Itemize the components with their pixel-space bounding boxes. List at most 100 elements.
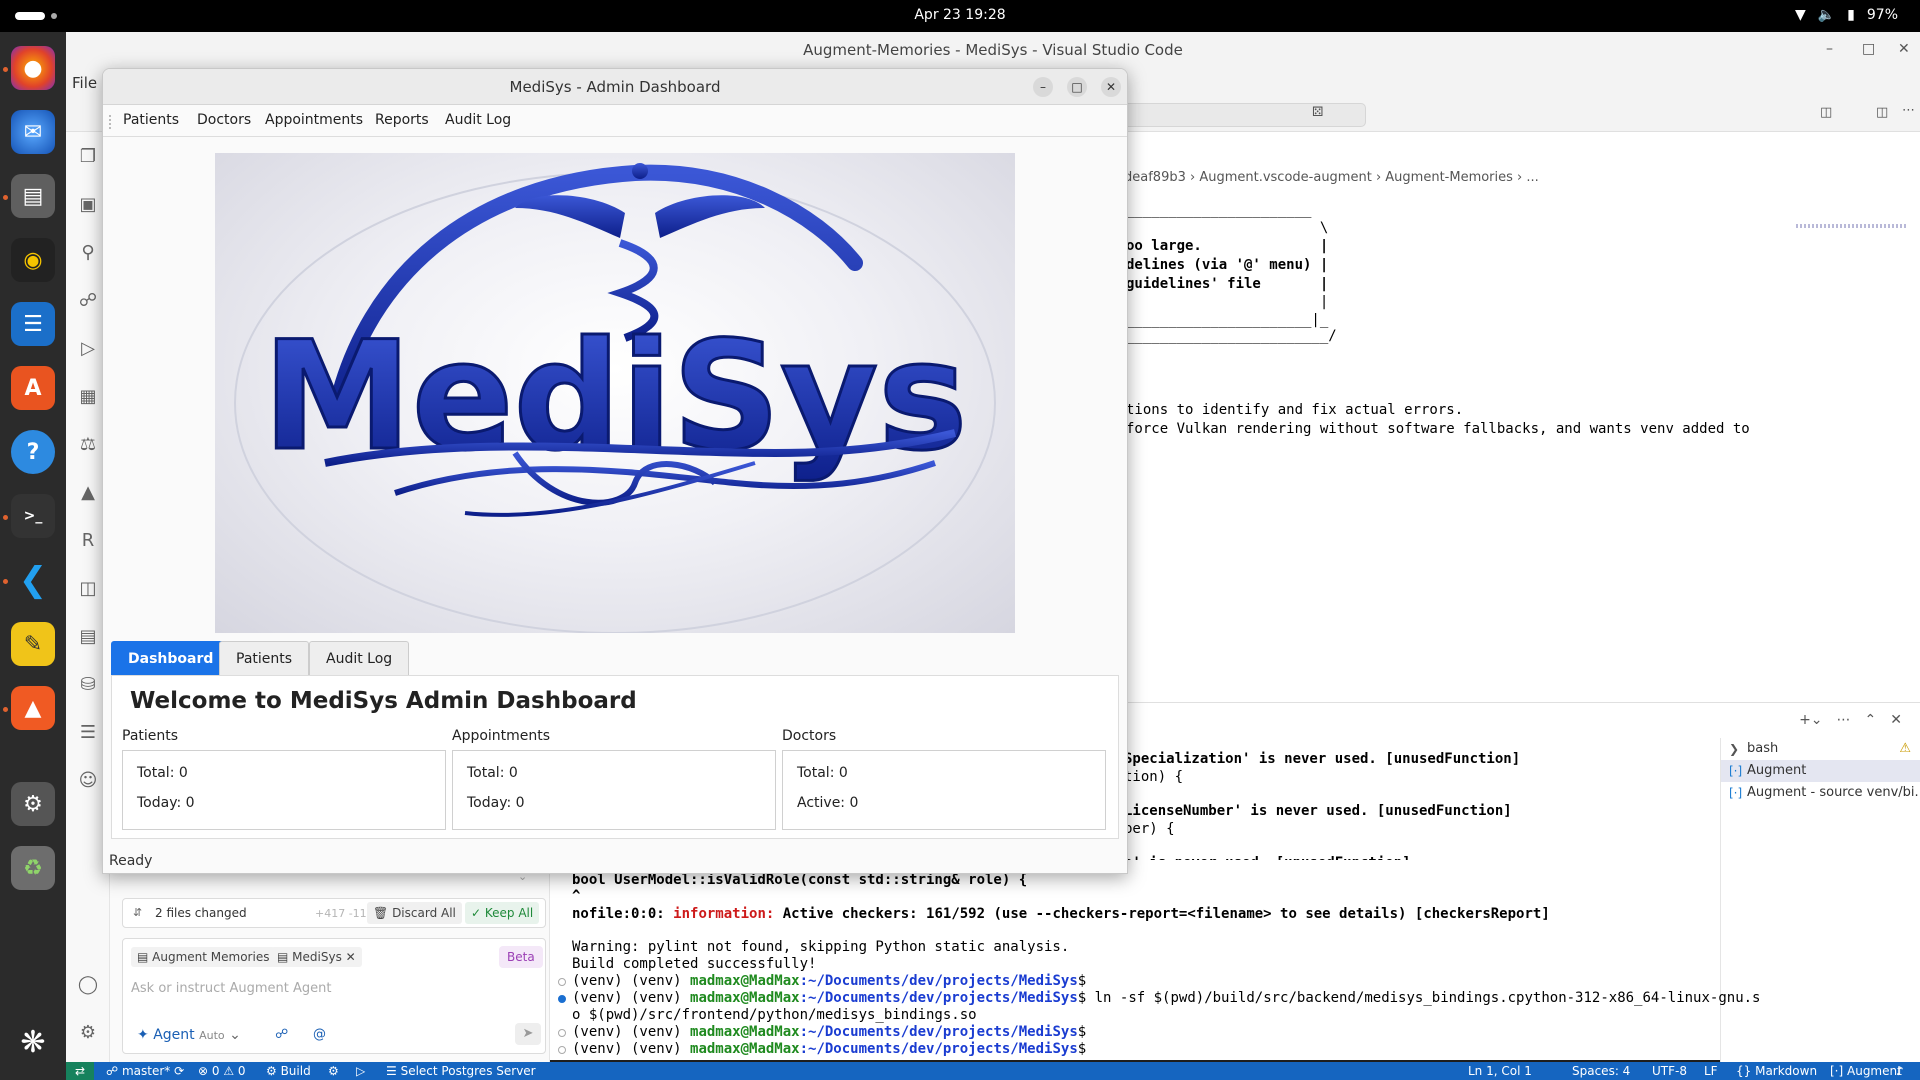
maximize-icon[interactable]: □: [1067, 77, 1087, 97]
welcome-heading: Welcome to MediSys Admin Dashboard: [130, 688, 637, 714]
running-indicator: [3, 195, 8, 200]
editor-area[interactable]: deaf89b3 › Augment.vscode-augment › Augm…: [1124, 132, 1920, 702]
postgres-icon[interactable]: ☺: [77, 770, 99, 792]
discard-all-button[interactable]: 🗑 Discard All: [367, 902, 462, 924]
run-debug-icon[interactable]: ▷: [77, 338, 99, 360]
terminal-line: ^: [572, 888, 581, 904]
language-mode[interactable]: {} Markdown: [1736, 1064, 1817, 1078]
menu-file[interactable]: File: [72, 74, 97, 92]
layout-icon[interactable]: ◫: [1820, 105, 1832, 120]
brave-icon[interactable]: ▲: [11, 686, 55, 730]
remote-icon[interactable]: ◫: [77, 578, 99, 600]
minimize-icon[interactable]: –: [1826, 41, 1833, 57]
new-terminal-icon[interactable]: +⌄: [1799, 712, 1822, 728]
branch-indicator[interactable]: ☍ master* ⟳: [106, 1064, 184, 1078]
terminal-tab-augment-venv[interactable]: [·] Augment - source venv/bi...: [1721, 782, 1920, 804]
postgres-selector[interactable]: ☰ Select Postgres Server: [386, 1064, 536, 1078]
indentation[interactable]: Spaces: 4: [1572, 1064, 1630, 1078]
writer-icon[interactable]: ☰: [11, 302, 55, 346]
menu-audit-log[interactable]: Audit Log: [445, 112, 511, 128]
breadcrumb-symbol[interactable]: ...: [1526, 170, 1538, 185]
close-panel-icon[interactable]: ✕: [1890, 712, 1902, 728]
medisys-title-bar[interactable]: MediSys - Admin Dashboard – □ ✕: [103, 69, 1127, 105]
command-status-icon: [558, 995, 566, 1003]
account-icon[interactable]: ◯: [77, 974, 99, 996]
thunderbird-icon[interactable]: ✉: [11, 110, 55, 154]
text-editor-icon[interactable]: ✎: [11, 622, 55, 666]
problems-indicator[interactable]: ⊗ 0 ⚠ 0: [198, 1064, 246, 1078]
remove-chip-icon[interactable]: ✕: [346, 950, 356, 964]
debug-icon[interactable]: ⚙: [328, 1064, 339, 1078]
mention-button[interactable]: @: [313, 1027, 326, 1042]
terminal-icon[interactable]: >_: [11, 494, 55, 538]
firefox-icon[interactable]: ●: [11, 46, 55, 90]
files-icon[interactable]: ▤: [11, 174, 55, 218]
augment-prompt-placeholder[interactable]: Ask or instruct Augment Agent: [131, 981, 331, 996]
terminal-tab-bash[interactable]: ❯ bash ⚠: [1721, 738, 1920, 760]
minimap[interactable]: [1796, 224, 1906, 228]
deploy-icon[interactable]: ▲: [77, 482, 99, 504]
explorer-icon[interactable]: ❐: [77, 146, 99, 168]
more-icon[interactable]: ⋯: [1902, 103, 1915, 118]
search-icon[interactable]: ⚲: [77, 242, 99, 264]
context-chip-medisys[interactable]: ▤ MediSys ✕: [271, 947, 362, 967]
split-icon[interactable]: ◫: [1876, 105, 1888, 120]
menu-appointments[interactable]: Appointments: [265, 112, 363, 128]
menu-patients[interactable]: Patients: [123, 112, 179, 128]
app-center-icon[interactable]: A: [11, 366, 55, 410]
database-icon[interactable]: ⛁: [77, 674, 99, 696]
augment-status[interactable]: [·] Augment: [1830, 1064, 1902, 1078]
clock[interactable]: Apr 23 19:28: [0, 7, 1920, 23]
trash-icon[interactable]: ♻: [11, 846, 55, 890]
remote-indicator-icon[interactable]: ⇄: [66, 1062, 94, 1080]
breadcrumb-commit[interactable]: deaf89b3: [1124, 170, 1186, 185]
breadcrumb-folder[interactable]: Augment.vscode-augment: [1199, 170, 1371, 185]
copilot-icon[interactable]: ⚄: [1312, 105, 1323, 120]
terminal-icon: ❯: [1729, 742, 1740, 756]
expand-icon[interactable]: ⇵: [133, 906, 142, 919]
agent-mode-selector[interactable]: ✦ Agent Auto ⌄: [137, 1027, 241, 1043]
augment-icon[interactable]: ▣: [77, 194, 99, 216]
files-changed-label[interactable]: 2 files changed: [155, 906, 247, 920]
eol[interactable]: LF: [1704, 1064, 1718, 1078]
maximize-icon[interactable]: □: [1862, 41, 1875, 57]
tab-dashboard[interactable]: Dashboard: [111, 641, 231, 675]
menu-reports[interactable]: Reports: [375, 112, 429, 128]
r-icon[interactable]: R: [77, 530, 99, 552]
extensions-icon[interactable]: ▦: [77, 386, 99, 408]
command-center-search[interactable]: [1106, 103, 1366, 127]
build-button[interactable]: ⚙ Build: [266, 1064, 311, 1078]
help-icon[interactable]: ?: [11, 430, 55, 474]
appointments-stats-box: Total: 0 Today: 0: [452, 750, 776, 830]
attach-icon[interactable]: ☍: [275, 1027, 288, 1042]
settings-icon[interactable]: ⚙: [11, 782, 55, 826]
testing-icon[interactable]: ⚖: [77, 434, 99, 456]
tab-patients[interactable]: Patients: [219, 641, 310, 675]
augment-input-box[interactable]: ▤ Augment Memories ▤ MediSys ✕ Beta Ask …: [122, 938, 546, 1054]
show-apps-icon[interactable]: ❋: [11, 1020, 55, 1064]
send-icon[interactable]: ➤: [515, 1023, 541, 1045]
tab-audit-log[interactable]: Audit Log: [309, 641, 410, 675]
minimize-icon[interactable]: –: [1033, 77, 1053, 97]
cursor-position[interactable]: Ln 1, Col 1: [1468, 1064, 1532, 1078]
rhythmbox-icon[interactable]: ◉: [11, 238, 55, 282]
terminal-tab-augment[interactable]: [·] Augment: [1721, 760, 1920, 782]
context-chip-memories[interactable]: ▤ Augment Memories: [131, 947, 276, 967]
more-icon[interactable]: ⋯: [1837, 712, 1851, 728]
encoding[interactable]: UTF-8: [1652, 1064, 1687, 1078]
menu-doctors[interactable]: Doctors: [197, 112, 251, 128]
layers-icon[interactable]: ☰: [77, 722, 99, 744]
close-icon[interactable]: ✕: [1101, 77, 1121, 97]
keep-all-button[interactable]: ✓ Keep All: [465, 902, 540, 924]
terminal-output[interactable]: bool UserModel::isValidRole(const std::s…: [550, 860, 1760, 1060]
system-tray[interactable]: ▼ 🔈 ▮ 97%: [1795, 7, 1898, 23]
source-control-icon[interactable]: ☍: [77, 290, 99, 312]
breadcrumb-file[interactable]: Augment-Memories: [1385, 170, 1513, 185]
notifications-icon[interactable]: ♪: [1896, 1064, 1904, 1078]
notebook-icon[interactable]: ▤: [77, 626, 99, 648]
close-icon[interactable]: ✕: [1898, 41, 1910, 57]
maximize-panel-icon[interactable]: ⌃: [1865, 712, 1877, 728]
manage-gear-icon[interactable]: ⚙: [77, 1022, 99, 1044]
run-icon[interactable]: ▷: [356, 1064, 365, 1078]
vscode-icon[interactable]: ❮: [11, 558, 55, 602]
